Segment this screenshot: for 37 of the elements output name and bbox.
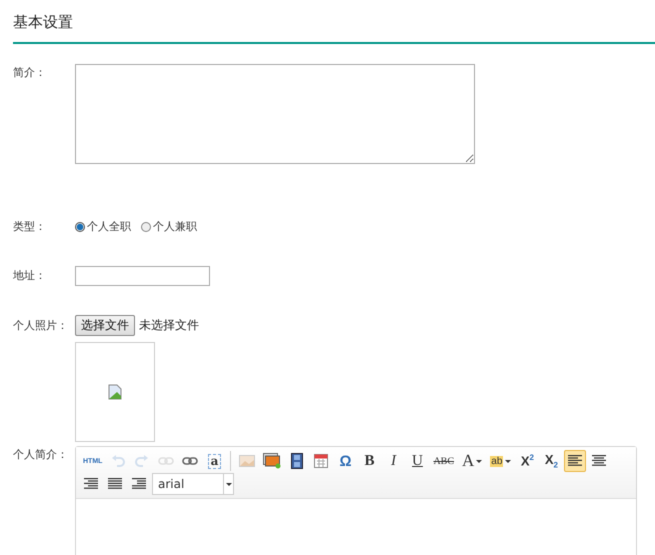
file-status: 未选择文件	[139, 317, 199, 334]
address-input[interactable]	[75, 266, 210, 286]
script-button[interactable]: X$^{2}$	[516, 450, 538, 472]
field-label: 个人照片：	[13, 318, 69, 332]
special-char-button[interactable]: Ω	[334, 450, 356, 472]
anchor-button[interactable]: a	[203, 450, 226, 472]
underline-button[interactable]: U	[406, 450, 428, 472]
undo-icon	[111, 454, 126, 468]
calendar-icon	[314, 454, 328, 468]
image-icon	[239, 455, 256, 467]
radio-option[interactable]: 个人兼职	[141, 219, 197, 234]
film-icon	[291, 453, 304, 469]
italic-button[interactable]: I	[382, 450, 404, 472]
unlink-icon	[158, 455, 174, 467]
align-left-icon	[568, 455, 582, 467]
justify-icon	[108, 478, 122, 490]
section-heading: 基本设置	[12, 12, 74, 33]
font-select[interactable]: arial	[152, 473, 234, 495]
gallery-icon	[263, 453, 282, 469]
radio-option[interactable]: 个人全职	[75, 219, 131, 234]
bold-button[interactable]: B	[358, 450, 380, 472]
highlight-button[interactable]: ab	[487, 450, 514, 472]
redo-icon	[135, 454, 150, 468]
font-color-button[interactable]: A	[459, 450, 486, 472]
link-icon	[182, 455, 198, 467]
align-left-button[interactable]	[564, 450, 586, 472]
field-label: 类型：	[13, 220, 47, 234]
indent-icon	[132, 478, 146, 490]
field-label: 地址：	[13, 269, 47, 283]
broken-image-icon	[108, 384, 122, 400]
field-label: 个人简介：	[13, 448, 69, 462]
field-label: 简介：	[13, 66, 47, 80]
script-button[interactable]: X$_{2}$	[540, 450, 562, 472]
align-center-icon	[592, 455, 606, 467]
strikethrough-button[interactable]: ABC	[430, 450, 458, 472]
choose-file-button[interactable]: 选择文件	[75, 315, 135, 336]
align-right-icon	[84, 478, 98, 490]
